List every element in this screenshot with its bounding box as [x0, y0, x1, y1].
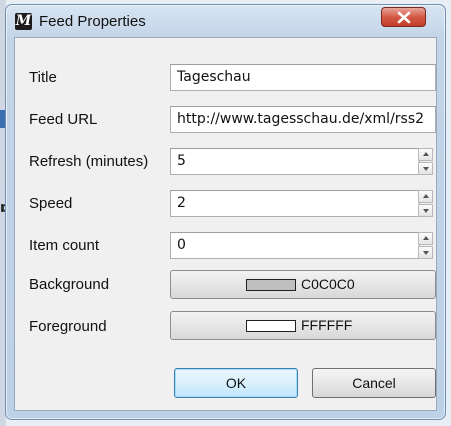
speed-stepper[interactable]	[418, 190, 434, 217]
title-label: Title	[29, 69, 57, 86]
item-count-spin-down[interactable]	[418, 246, 433, 259]
app-icon: M	[15, 13, 32, 30]
cancel-button[interactable]: Cancel	[312, 368, 436, 398]
spin-up-icon	[423, 236, 429, 240]
speed-spin-up[interactable]	[418, 190, 433, 203]
title-bar[interactable]: M Feed Properties	[6, 5, 445, 37]
background-color-swatch	[246, 279, 296, 291]
foreground-color-button[interactable]: FFFFFF	[170, 311, 436, 340]
dialog-body: Title Tageschau Feed URL http://www.tage…	[14, 37, 437, 411]
refresh-spin-up[interactable]	[418, 148, 433, 161]
spin-down-icon	[423, 209, 429, 213]
speed-input[interactable]: 2	[170, 190, 420, 217]
refresh-stepper[interactable]	[418, 148, 434, 175]
spin-down-icon	[423, 167, 429, 171]
feed-url-input[interactable]: http://www.tagesschau.de/xml/rss2	[170, 106, 436, 133]
feed-properties-dialog: M Feed Properties Title Tageschau Feed U…	[5, 4, 446, 420]
ok-button[interactable]: OK	[174, 368, 298, 398]
title-input[interactable]: Tageschau	[170, 64, 436, 91]
speed-label: Speed	[29, 195, 73, 212]
background-color-button[interactable]: C0C0C0	[170, 270, 436, 299]
close-icon	[397, 11, 411, 24]
item-count-input[interactable]: 0	[170, 232, 420, 259]
foreground-label: Foreground	[29, 318, 107, 335]
spin-up-icon	[423, 194, 429, 198]
spin-up-icon	[423, 152, 429, 156]
foreground-color-swatch	[246, 320, 296, 332]
item-count-label: Item count	[29, 237, 100, 254]
spin-down-icon	[423, 251, 429, 255]
foreground-color-value: FFFFFF	[301, 317, 353, 333]
close-button[interactable]	[381, 7, 426, 27]
item-count-spin-up[interactable]	[418, 232, 433, 245]
refresh-input[interactable]: 5	[170, 148, 420, 175]
refresh-label: Refresh (minutes)	[29, 153, 149, 170]
background-label: Background	[29, 276, 110, 293]
window-title: Feed Properties	[39, 13, 146, 30]
refresh-spin-down[interactable]	[418, 162, 433, 175]
feed-url-label: Feed URL	[29, 111, 98, 128]
speed-spin-down[interactable]	[418, 204, 433, 217]
background-color-value: C0C0C0	[301, 276, 355, 292]
item-count-stepper[interactable]	[418, 232, 434, 259]
